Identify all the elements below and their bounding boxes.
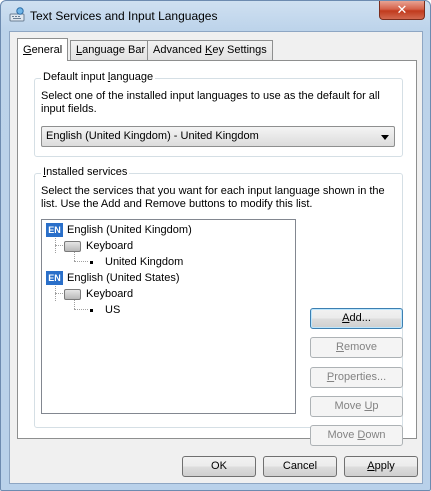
tree-item-service[interactable]: United Kingdom	[90, 254, 270, 270]
tree-item-language[interactable]: EN English (United States)	[46, 270, 286, 286]
chevron-down-icon	[381, 135, 389, 140]
tab-language-bar[interactable]: Language Bar	[70, 40, 152, 60]
tree-item-category[interactable]: Keyboard	[64, 238, 264, 254]
default-language-value: English (United Kingdom) - United Kingdo…	[46, 130, 259, 142]
installed-services-label: Installed services	[41, 166, 130, 178]
installed-services-tree[interactable]: EN English (United Kingdom) Keyboard Uni…	[41, 219, 296, 414]
tree-item-language[interactable]: EN English (United Kingdom)	[46, 222, 286, 238]
keyboard-icon	[64, 289, 81, 300]
window-title: Text Services and Input Languages	[30, 9, 218, 23]
tree-item-category[interactable]: Keyboard	[64, 286, 264, 302]
dialog-window: Text Services and Input Languages ✕ Gene…	[0, 0, 431, 491]
default-input-language-description: Select one of the installed input langua…	[41, 90, 380, 115]
keyboard-icon	[64, 241, 81, 252]
tab-general[interactable]: General	[17, 38, 69, 61]
default-input-language-group: Default input language Select one of the…	[34, 71, 403, 157]
default-input-language-label: Default input language	[41, 71, 156, 83]
language-badge-icon: EN	[46, 271, 63, 285]
installed-services-group: Installed services Select the services t…	[34, 166, 403, 446]
bullet-icon	[90, 309, 93, 312]
keyboard-globe-icon	[9, 7, 25, 22]
general-tab-panel: Default input language Select one of the…	[17, 60, 417, 446]
installed-services-description: Select the services that you want for ea…	[41, 185, 385, 210]
ok-button[interactable]: OK	[182, 456, 256, 477]
language-badge-icon: EN	[46, 223, 63, 237]
cancel-button[interactable]: Cancel	[263, 456, 337, 477]
add-button[interactable]: Add...	[310, 308, 403, 329]
dialog-client-area: General Language Bar Advanced Key Settin…	[9, 31, 423, 484]
move-up-button[interactable]: Move Up	[310, 396, 403, 417]
close-icon: ✕	[396, 2, 408, 17]
bullet-icon	[90, 261, 93, 264]
remove-button[interactable]: Remove	[310, 337, 403, 358]
close-button[interactable]: ✕	[379, 1, 425, 20]
properties-button[interactable]: Properties...	[310, 367, 403, 388]
tree-item-service[interactable]: US	[90, 302, 270, 318]
title-bar[interactable]: Text Services and Input Languages ✕	[1, 1, 430, 31]
move-down-button[interactable]: Move Down	[310, 425, 403, 446]
default-language-dropdown[interactable]: English (United Kingdom) - United Kingdo…	[41, 126, 395, 147]
apply-button[interactable]: Apply	[344, 456, 418, 477]
tab-advanced-key-settings[interactable]: Advanced Key Settings	[147, 40, 273, 60]
